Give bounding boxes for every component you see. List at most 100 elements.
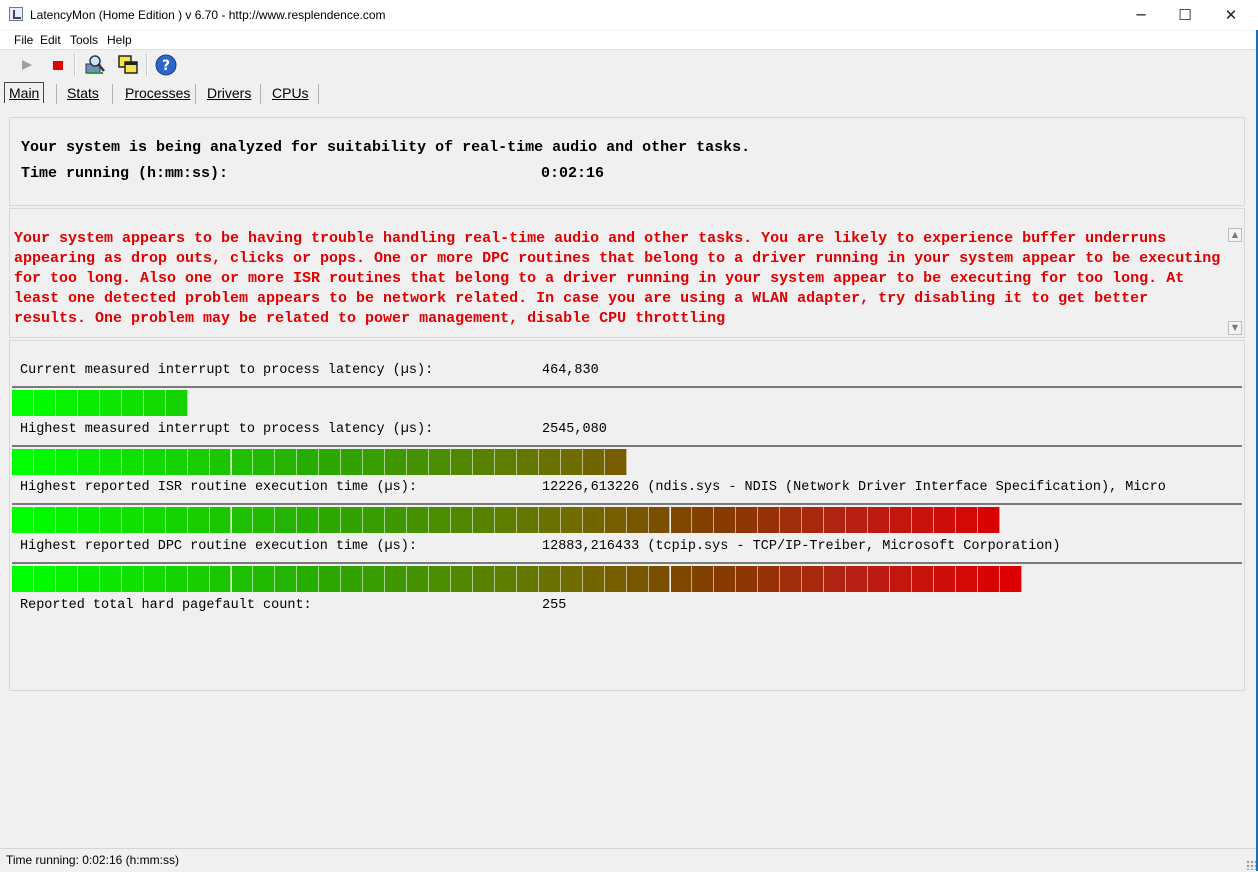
- meter-segment: [516, 507, 539, 533]
- meter-segment: [385, 566, 408, 592]
- meter-segment: [516, 449, 539, 475]
- title-bar: LatencyMon (Home Edition ) v 6.70 - http…: [0, 0, 1258, 30]
- highest-latency-label: Highest measured interrupt to process la…: [20, 422, 434, 437]
- meter-segment: [253, 507, 276, 533]
- menu-file[interactable]: File: [14, 33, 33, 47]
- meter-segment: [231, 449, 254, 475]
- current-latency-value: 464,830: [542, 363, 599, 378]
- meter-segment: [626, 507, 649, 533]
- meter-segment: [33, 449, 56, 475]
- meter-segment: [187, 449, 210, 475]
- meter-segment: [451, 566, 473, 592]
- meter-segment: [275, 566, 298, 592]
- meter-segment: [187, 507, 210, 533]
- meter-segment: [604, 507, 627, 533]
- minimize-button[interactable]: ─: [1118, 0, 1164, 30]
- meter-segment: [538, 507, 561, 533]
- scroll-up-icon[interactable]: ▲: [1228, 228, 1242, 242]
- menu-edit[interactable]: Edit: [40, 33, 61, 47]
- app-icon: [9, 7, 23, 21]
- play-icon[interactable]: [14, 53, 38, 77]
- tab-strip: Main Stats Processes Drivers CPUs: [0, 81, 1258, 105]
- meter-segment: [363, 507, 386, 533]
- meter-segment: [955, 507, 978, 533]
- tab-processes[interactable]: Processes: [121, 83, 194, 103]
- maximize-button[interactable]: ☐: [1162, 0, 1208, 30]
- meter-segment: [933, 566, 956, 592]
- svg-text:?: ?: [162, 58, 170, 74]
- meter-segment: [604, 449, 627, 475]
- scroll-down-icon[interactable]: ▼: [1228, 321, 1242, 335]
- menu-tools[interactable]: Tools: [70, 33, 98, 47]
- meter-segment: [890, 507, 912, 533]
- meter-segment: [407, 507, 430, 533]
- meter-segment: [319, 507, 342, 533]
- dpc-time-bar-fill: [12, 566, 1022, 592]
- meter-segment: [77, 390, 100, 416]
- status-time-running: Time running: 0:02:16 (h:mm:ss): [6, 853, 179, 867]
- meter-segment: [77, 507, 100, 533]
- meter-segment: [407, 566, 430, 592]
- meter-segment: [846, 566, 869, 592]
- highest-latency-bar: [12, 445, 1242, 475]
- meter-segment: [121, 566, 144, 592]
- stop-icon[interactable]: [46, 53, 70, 77]
- meter-segment: [297, 566, 320, 592]
- meter-segment: [319, 449, 342, 475]
- meter-segment: [12, 390, 34, 416]
- meter-segment: [187, 566, 210, 592]
- meter-segment: [955, 566, 978, 592]
- meter-segment: [275, 449, 298, 475]
- metrics-panel: Current measured interrupt to process la…: [9, 340, 1245, 691]
- meter-segment: [494, 449, 517, 475]
- meter-segment: [429, 449, 451, 475]
- meter-segment: [77, 566, 100, 592]
- meter-segment: [143, 566, 166, 592]
- dpc-time-value: 12883,216433 (tcpip.sys - TCP/IP-Treiber…: [542, 539, 1061, 554]
- meter-segment: [802, 507, 825, 533]
- menu-help[interactable]: Help: [107, 33, 132, 47]
- meter-segment: [451, 449, 473, 475]
- meter-segment: [55, 507, 78, 533]
- status-bar: Time running: 0:02:16 (h:mm:ss): [0, 848, 1258, 872]
- tab-stats[interactable]: Stats: [63, 83, 103, 103]
- meter-segment: [890, 566, 912, 592]
- tab-main[interactable]: Main: [4, 82, 45, 103]
- meter-segment: [165, 449, 188, 475]
- meter-segment: [911, 507, 934, 533]
- meter-segment: [231, 507, 254, 533]
- warning-panel: Your system appears to be having trouble…: [9, 208, 1245, 338]
- meter-segment: [451, 507, 473, 533]
- meter-segment: [253, 566, 276, 592]
- meter-segment: [824, 507, 847, 533]
- windows-icon[interactable]: [116, 53, 140, 77]
- meter-segment: [472, 449, 495, 475]
- meter-segment: [868, 566, 890, 592]
- pagefault-label: Reported total hard pagefault count:: [20, 598, 312, 613]
- help-icon[interactable]: ?: [154, 53, 178, 77]
- resize-grip-icon[interactable]: [1246, 860, 1256, 870]
- meter-segment: [143, 390, 166, 416]
- monitor-search-icon[interactable]: [83, 53, 107, 77]
- meter-segment: [55, 449, 78, 475]
- tab-drivers[interactable]: Drivers: [203, 83, 255, 103]
- close-button[interactable]: ✕: [1208, 0, 1254, 30]
- meter-segment: [385, 449, 408, 475]
- meter-segment: [363, 449, 386, 475]
- tab-cpus[interactable]: CPUs: [268, 83, 313, 103]
- meter-segment: [472, 507, 495, 533]
- meter-segment: [494, 507, 517, 533]
- meter-segment: [911, 566, 934, 592]
- highest-latency-value: 2545,080: [542, 422, 607, 437]
- warning-scrollbar[interactable]: ▲ ▼: [1226, 228, 1244, 337]
- meter-segment: [429, 507, 451, 533]
- tab-separator: [260, 84, 261, 104]
- meter-segment: [33, 390, 56, 416]
- meter-segment: [758, 507, 781, 533]
- meter-segment: [55, 566, 78, 592]
- meter-segment: [472, 566, 495, 592]
- meter-segment: [165, 390, 188, 416]
- meter-segment: [582, 566, 605, 592]
- meter-segment: [165, 566, 188, 592]
- meter-segment: [253, 449, 276, 475]
